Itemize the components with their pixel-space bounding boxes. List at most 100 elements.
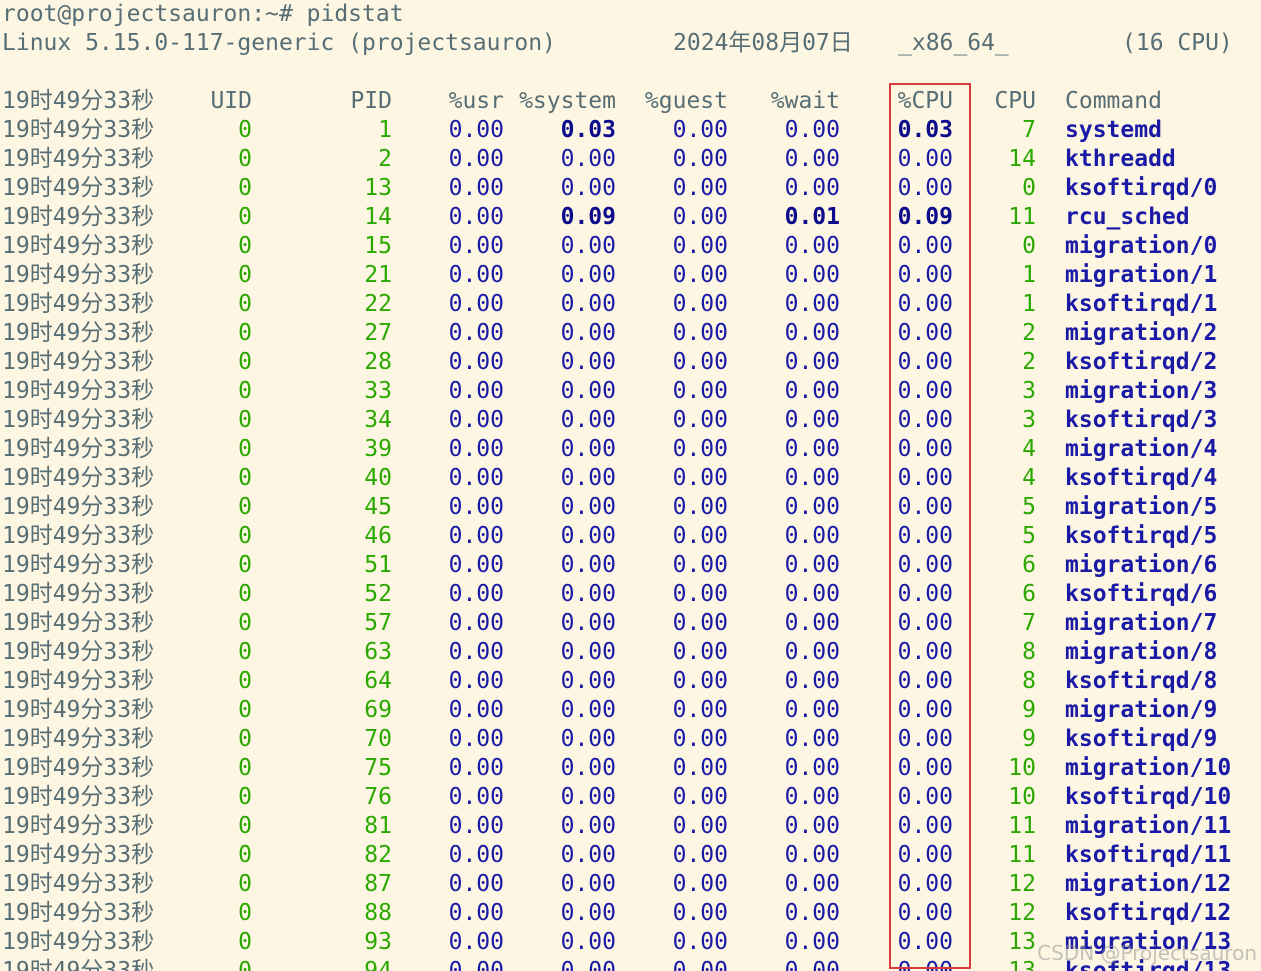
row-time: 19时49分33秒 [2,320,155,346]
row-wait: 0.00 [784,726,840,752]
row-guest: 0.00 [672,610,728,636]
row-pid: 15 [364,233,392,259]
row-system: 0.00 [560,639,616,665]
row-cpu: 9 [1022,726,1036,752]
row-time: 19时49分33秒 [2,639,155,665]
row-pid: 33 [364,378,392,404]
row-cpu: 5 [1022,494,1036,520]
row-command: migration/1 [1065,262,1218,288]
watermark: CSDN @Projectsauron [1037,941,1257,965]
row-cpu: 12 [1008,900,1036,926]
row-pid: 93 [364,929,392,955]
row-time: 19时49分33秒 [2,784,155,810]
row-system: 0.00 [560,813,616,839]
row-usr: 0.00 [448,929,504,955]
row-uid: 0 [238,639,252,665]
row-cpu: 11 [1008,204,1036,230]
terminal-window[interactable]: root@projectsauron:~# pidstat Linux 5.15… [0,0,1261,971]
row-pid: 63 [364,639,392,665]
row-uid: 0 [238,871,252,897]
row-cpu: 5 [1022,523,1036,549]
row-cpu: 11 [1008,842,1036,868]
row-system: 0.00 [560,494,616,520]
row-uid: 0 [238,929,252,955]
row-command: migration/2 [1065,320,1218,346]
row-usr: 0.00 [448,146,504,172]
row-time: 19时49分33秒 [2,436,155,462]
row-cpu: 0 [1022,175,1036,201]
row-pid: 34 [364,407,392,433]
row-wait: 0.00 [784,262,840,288]
kernel-info: Linux 5.15.0-117-generic (projectsauron) [2,30,556,56]
row-command: migration/3 [1065,378,1218,404]
system-info-line: Linux 5.15.0-117-generic (projectsauron)… [0,29,1233,58]
row-uid: 0 [238,233,252,259]
row-wait: 0.00 [784,465,840,491]
row-command: ksoftirqd/10 [1065,784,1232,810]
row-cpu: 10 [1008,755,1036,781]
row-time: 19时49分33秒 [2,204,155,230]
row-usr: 0.00 [448,755,504,781]
row-time: 19时49分33秒 [2,871,155,897]
row-wait: 0.00 [784,871,840,897]
row-pid: 87 [364,871,392,897]
row-uid: 0 [238,813,252,839]
row-time: 19时49分33秒 [2,697,155,723]
row-system: 0.00 [560,581,616,607]
row-command: ksoftirqd/3 [1065,407,1218,433]
row-pid: 2 [378,146,392,172]
row-system: 0.00 [560,726,616,752]
row-wait: 0.00 [784,784,840,810]
row-guest: 0.00 [672,958,728,971]
row-uid: 0 [238,697,252,723]
row-command: migration/5 [1065,494,1218,520]
row-system: 0.00 [560,465,616,491]
row-command: ksoftirqd/11 [1065,842,1232,868]
row-pid: 52 [364,581,392,607]
row-wait: 0.00 [784,755,840,781]
row-guest: 0.00 [672,175,728,201]
row-uid: 0 [238,523,252,549]
row-usr: 0.00 [448,407,504,433]
row-system: 0.00 [560,407,616,433]
row-guest: 0.00 [672,204,728,230]
row-time: 19时49分33秒 [2,262,155,288]
row-command: ksoftirqd/6 [1065,581,1218,607]
row-system: 0.00 [560,784,616,810]
row-time: 19时49分33秒 [2,146,155,172]
row-guest: 0.00 [672,755,728,781]
row-usr: 0.00 [448,262,504,288]
row-system: 0.00 [560,871,616,897]
row-wait: 0.00 [784,436,840,462]
row-wait: 0.00 [784,291,840,317]
row-pid: 82 [364,842,392,868]
row-pid: 51 [364,552,392,578]
header-guest: %guest [644,88,728,114]
row-cpu: 2 [1022,349,1036,375]
row-guest: 0.00 [672,349,728,375]
row-uid: 0 [238,494,252,520]
row-uid: 0 [238,755,252,781]
row-command: ksoftirqd/8 [1065,668,1218,694]
row-pid: 70 [364,726,392,752]
row-command: ksoftirqd/9 [1065,726,1218,752]
row-time: 19时49分33秒 [2,523,155,549]
row-system: 0.00 [560,378,616,404]
row-cpu: 9 [1022,697,1036,723]
row-system: 0.00 [560,320,616,346]
column-header-row: 19时49分33秒 UID PID %usr %system %guest %w… [0,87,1162,116]
row-usr: 0.00 [448,233,504,259]
row-wait: 0.00 [784,842,840,868]
row-command: ksoftirqd/1 [1065,291,1218,317]
row-system: 0.00 [560,668,616,694]
row-system: 0.00 [560,552,616,578]
row-uid: 0 [238,117,252,143]
row-time: 19时49分33秒 [2,494,155,520]
row-cpu: 7 [1022,117,1036,143]
row-uid: 0 [238,784,252,810]
row-command: migration/12 [1065,871,1232,897]
row-time: 19时49分33秒 [2,465,155,491]
row-wait: 0.00 [784,639,840,665]
row-wait: 0.00 [784,320,840,346]
row-time: 19时49分33秒 [2,378,155,404]
